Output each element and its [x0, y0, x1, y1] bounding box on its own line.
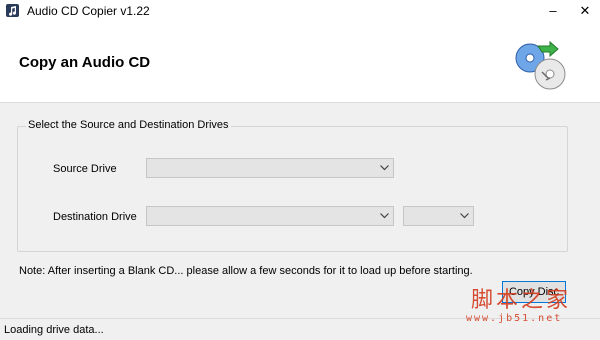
drives-groupbox [17, 126, 568, 252]
page-title: Copy an Audio CD [19, 54, 151, 71]
status-text: Loading drive data... [4, 324, 104, 336]
drives-group-label: Select the Source and Destination Drives [26, 119, 231, 131]
chevron-down-icon [380, 213, 389, 219]
source-drive-label: Source Drive [53, 163, 117, 175]
destination-drive-label: Destination Drive [53, 211, 137, 223]
title-bar: Audio CD Copier v1.22 – ✕ [0, 0, 600, 22]
watermark-site-name: 脚本之家 [471, 288, 572, 313]
chevron-down-icon [460, 213, 469, 219]
watermark-url: www.jb51.net [466, 313, 563, 324]
note-text: Note: After inserting a Blank CD... plea… [19, 265, 473, 277]
music-note-icon [6, 4, 19, 17]
chevron-down-icon [380, 165, 389, 171]
minimize-button[interactable]: – [538, 0, 568, 22]
disc-copy-icon [515, 40, 566, 90]
window-title: Audio CD Copier v1.22 [27, 4, 150, 18]
destination-drive-select[interactable] [146, 206, 394, 226]
wizard-header: Copy an Audio CD [0, 22, 600, 103]
close-button[interactable]: ✕ [570, 0, 600, 22]
source-drive-select[interactable] [146, 158, 394, 178]
write-speed-select[interactable] [403, 206, 474, 226]
